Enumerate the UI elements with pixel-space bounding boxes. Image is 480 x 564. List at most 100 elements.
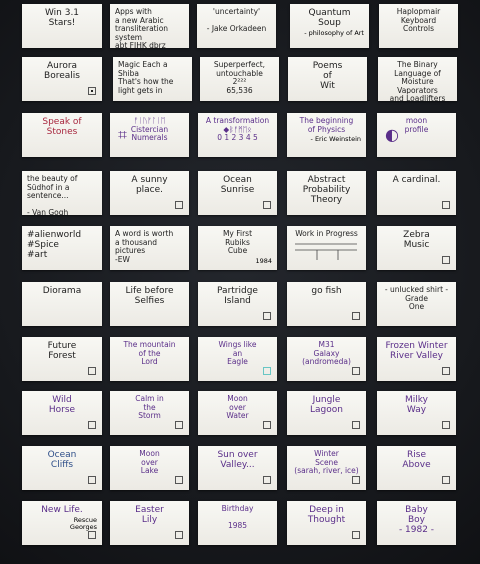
card-50-text: Baby Boy - 1982 -: [398, 505, 435, 535]
card-44-checkbox-icon: [352, 476, 360, 484]
card-14: The beginning of Physics - Eric Weinstein: [287, 113, 366, 157]
card-30-text: - unlucked shirt - Grade One: [384, 285, 449, 311]
card-47: Easter Lily: [110, 501, 189, 545]
card-34-checkbox-icon: [352, 367, 360, 375]
card-30: - unlucked shirt - Grade One: [377, 282, 456, 326]
card-35-checkbox-icon: [442, 367, 450, 375]
card-12: ᚠᛁᚢᚠᛚᛁᛖ Cistercian Numerals ⌗: [110, 113, 189, 157]
card-50: Baby Boy - 1982 -: [377, 501, 456, 545]
card-48: Birthday 1985: [198, 501, 277, 545]
card-38-checkbox-icon: [263, 421, 271, 429]
card-46: New Life. Rescue Georges: [22, 501, 102, 545]
card-33-checkbox-icon: [263, 367, 271, 375]
work-in-progress-sketch: [295, 243, 357, 260]
card-32-text: The mountain of the Lord: [123, 340, 176, 366]
card-21-text: #alienworld #Spice #art: [27, 230, 82, 260]
card-24: Work in Progress: [287, 226, 366, 270]
card-42: Moon over Lake: [110, 446, 189, 490]
card-36-text: Wild Horse: [48, 395, 76, 415]
card-28-checkbox-icon: [263, 312, 271, 320]
card-8-text: Superperfect, untouchable 2²²² 65,536: [213, 60, 266, 95]
card-40: Milky Way: [377, 391, 456, 435]
card-25-text: Zebra Music: [403, 230, 430, 250]
card-39-text: Jungle Lagoon: [310, 395, 343, 415]
card-2-text: Apps with a new Arabic transliteration s…: [115, 7, 169, 48]
card-43: Sun over Valley...: [198, 446, 277, 490]
card-34: M31 Galaxy (andromeda): [287, 337, 366, 381]
card-4-text: Quantum Soup: [308, 8, 351, 28]
card-33-text: Wings like an Eagle: [218, 340, 257, 366]
card-22-text: A word is worth a thousand pictures -EW: [115, 229, 174, 264]
card-27: Life before Selfies: [110, 282, 189, 326]
card-20-text: A cardinal.: [392, 175, 441, 185]
card-36: Wild Horse: [22, 391, 102, 435]
card-14-subtext: - Eric Weinstein: [310, 135, 361, 143]
card-38-text: Moon over Water: [226, 394, 249, 420]
card-36-checkbox-icon: [88, 421, 96, 429]
card-5: Haplopmair Keyboard Controls: [379, 4, 458, 48]
card-16-text: the beauty of Südhof in a sentence... - …: [27, 174, 78, 215]
card-10: The Binary Language of Moisture Vaporato…: [378, 57, 457, 101]
card-11-text: Speak of Stones: [42, 117, 82, 137]
card-41-text: Ocean Cliffs: [47, 450, 77, 470]
card-28-text: Partridge Island: [217, 286, 258, 306]
card-31-checkbox-icon: [88, 367, 96, 375]
card-20-checkbox-icon: [442, 201, 450, 209]
card-35-text: Frozen Winter River Valley: [385, 341, 448, 361]
card-33: Wings like an Eagle: [198, 337, 277, 381]
card-1: Win 3.1 Stars!: [22, 4, 102, 48]
card-44-text: Winter Scene (sarah, river, ice): [294, 449, 359, 475]
card-22: A word is worth a thousand pictures -EW: [110, 226, 189, 270]
card-8: Superperfect, untouchable 2²²² 65,536: [200, 57, 279, 101]
card-6: Aurora Borealis: [22, 57, 102, 101]
card-31-text: Future Forest: [47, 341, 77, 361]
card-39-checkbox-icon: [352, 421, 360, 429]
card-15-glyph-icon: ◐: [385, 125, 399, 144]
card-46-subtext: Rescue Georges: [69, 516, 97, 531]
card-44: Winter Scene (sarah, river, ice): [287, 446, 366, 490]
card-45: Rise Above: [377, 446, 456, 490]
card-16: the beauty of Südhof in a sentence... - …: [22, 171, 102, 215]
card-47-text: Easter Lily: [135, 505, 164, 525]
card-34-text: M31 Galaxy (andromeda): [302, 340, 351, 366]
card-27-text: Life before Selfies: [125, 286, 174, 306]
card-4-subtext: - philosophy of Art: [304, 29, 364, 37]
card-5-text: Haplopmair Keyboard Controls: [396, 7, 441, 33]
card-12-glyph-icon: ⌗: [118, 125, 128, 144]
card-26-text: Diorama: [42, 286, 82, 296]
card-29: go fish: [287, 282, 366, 326]
card-6-text: Aurora Borealis: [44, 61, 80, 81]
card-29-checkbox-icon: [352, 312, 360, 320]
card-26: Diorama: [22, 282, 102, 326]
card-45-text: Rise Above: [402, 450, 431, 470]
card-43-text: Sun over Valley...: [217, 450, 258, 470]
card-13: A transformation ◆ᛒᚠᛗᛖᛟ 0 1 2 3 4 5: [198, 113, 277, 157]
card-25-checkbox-icon: [442, 256, 450, 264]
card-20: A cardinal.: [377, 171, 456, 215]
card-7: Magic Each a Shiba That's how the light …: [113, 57, 192, 101]
card-46-text: New Life.: [41, 505, 83, 515]
card-18-text: Ocean Sunrise: [220, 175, 255, 195]
card-15: moon profile ◐: [377, 113, 456, 157]
card-7-text: Magic Each a Shiba That's how the light …: [118, 60, 174, 95]
card-21: #alienworld #Spice #art: [22, 226, 102, 270]
card-45-checkbox-icon: [442, 476, 450, 484]
card-37-checkbox-icon: [175, 421, 183, 429]
card-25: Zebra Music: [377, 226, 456, 270]
card-49-checkbox-icon: [352, 531, 360, 539]
card-24-text: Work in Progress: [295, 229, 358, 238]
card-19-text: Abstract Probability Theory: [302, 175, 351, 205]
card-6-checkbox-icon: [88, 87, 96, 95]
card-42-checkbox-icon: [175, 476, 183, 484]
card-32: The mountain of the Lord: [110, 337, 189, 381]
card-11: Speak of Stones: [22, 113, 102, 157]
card-23-subtext: 1984: [255, 256, 272, 265]
card-18-checkbox-icon: [263, 201, 271, 209]
card-35: Frozen Winter River Valley: [377, 337, 456, 381]
card-18: Ocean Sunrise: [198, 171, 277, 215]
card-1-text: Win 3.1 Stars!: [44, 8, 80, 28]
card-49-text: Deep in Thought: [307, 505, 346, 525]
card-46-checkbox-icon: [88, 531, 96, 539]
card-17-checkbox-icon: [175, 201, 183, 209]
card-9: Poems of Wit: [288, 57, 367, 101]
